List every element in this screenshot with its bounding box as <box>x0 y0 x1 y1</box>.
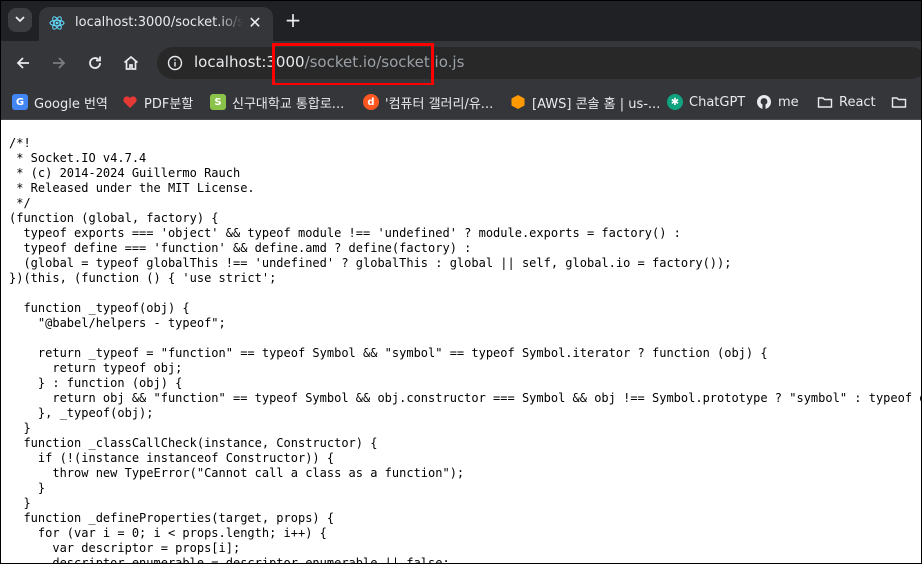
github-icon <box>756 94 772 110</box>
folder-icon <box>891 94 907 110</box>
code-line: * Socket.IO v4.7.4 <box>9 151 147 165</box>
tab-search-button[interactable] <box>8 8 32 32</box>
dcinside-icon: d <box>363 94 379 110</box>
bookmark-label: me <box>778 94 799 110</box>
code-line: var descriptor = props[i]; <box>9 541 241 555</box>
home-button[interactable] <box>121 53 141 73</box>
bookmark-label: 신구대학교 통합로... <box>232 96 345 112</box>
code-line: */ <box>9 196 31 210</box>
code-line: return typeof obj; <box>9 361 183 375</box>
code-line: (function (global, factory) { <box>9 211 219 225</box>
tab-title: localhost:3000/socket.io/socket.io.js <box>75 15 243 30</box>
code-line: /*! <box>9 136 31 150</box>
bookmark-label: [AWS] 콘솔 홈 | us-... <box>532 96 661 112</box>
reload-button[interactable] <box>85 53 105 73</box>
code-line: } <box>9 496 31 510</box>
back-button[interactable] <box>13 53 33 73</box>
bookmarks-bar: G Google 번역 PDF분할 S 신구대학교 통합로... d '컴퓨터 … <box>1 85 921 120</box>
code-line: * (c) 2014-2024 Guillermo Rauch <box>9 166 241 180</box>
code-line: descriptor.enumerable = descriptor.enume… <box>9 556 450 563</box>
page-content: /*! * Socket.IO v4.7.4 * (c) 2014-2024 G… <box>1 120 921 563</box>
chevron-down-icon <box>14 13 26 28</box>
code-line: } <box>9 481 46 495</box>
code-line: })(this, (function () { 'use strict'; <box>9 271 277 285</box>
code-line: return obj && "function" == typeof Symbo… <box>9 391 921 405</box>
google-translate-icon: G <box>12 94 28 110</box>
folder-icon <box>817 94 833 110</box>
arrow-left-icon <box>13 53 33 73</box>
forward-button[interactable] <box>49 53 69 73</box>
code-line: }, _typeof(obj); <box>9 406 154 420</box>
arrow-right-icon <box>49 53 69 73</box>
close-icon[interactable]: ✕ <box>247 15 263 31</box>
bookmark-aws[interactable]: [AWS] 콘솔 홈 | us-... <box>510 92 660 112</box>
school-icon: S <box>210 94 226 110</box>
code-line: function _defineProperties(target, props… <box>9 511 335 525</box>
bookmark-label: React <box>839 94 876 110</box>
bookmark-google-translate[interactable]: G Google 번역 <box>12 92 108 112</box>
bookmark-label: ChatGPT <box>689 94 746 110</box>
tab-active[interactable]: localhost:3000/socket.io/socket.io.js ✕ <box>39 7 273 41</box>
code-line: function _classCallCheck(instance, Const… <box>9 436 378 450</box>
code-line: } <box>9 421 31 435</box>
home-icon <box>121 53 141 73</box>
socketio-favicon-icon <box>49 15 65 31</box>
bookmark-label: Google 번역 <box>34 96 108 112</box>
bookmark-label: '컴퓨터 갤러리/유... <box>385 96 494 112</box>
code-line: * Released under the MIT License. <box>9 181 255 195</box>
chatgpt-icon: ✱ <box>667 94 683 110</box>
code-line: throw new TypeError("Cannot call a class… <box>9 466 465 480</box>
code-line: (global = typeof globalThis !== 'undefin… <box>9 256 732 270</box>
heart-icon <box>122 94 138 110</box>
aws-icon <box>510 94 526 110</box>
bookmark-dc-gallery[interactable]: d '컴퓨터 갤러리/유... <box>363 92 493 112</box>
code-line: "@babel/helpers - typeof"; <box>9 316 226 330</box>
browser-window: localhost:3000/socket.io/socket.io.js ✕ … <box>0 0 922 564</box>
toolbar: localhost:3000/socket.io/socket.io.js <box>1 41 921 85</box>
bookmark-pdf-split[interactable]: PDF분할 <box>122 92 193 112</box>
reload-icon <box>85 53 105 73</box>
bookmark-folder-react[interactable]: React <box>817 92 876 112</box>
code-line: for (var i = 0; i < props.length; i++) { <box>9 526 327 540</box>
bookmark-chatgpt[interactable]: ✱ ChatGPT <box>667 92 745 112</box>
code-line: typeof define === 'function' && define.a… <box>9 241 472 255</box>
bookmark-me[interactable]: me <box>756 92 799 112</box>
code-line: typeof exports === 'object' && typeof mo… <box>9 226 681 240</box>
info-icon[interactable] <box>167 55 183 71</box>
code-line: function _typeof(obj) { <box>9 301 190 315</box>
code-line: if (!(instance instanceof Constructor)) … <box>9 451 335 465</box>
source-code: /*! * Socket.IO v4.7.4 * (c) 2014-2024 G… <box>9 136 921 563</box>
bookmark-label: PDF분할 <box>144 96 194 112</box>
tab-strip: localhost:3000/socket.io/socket.io.js ✕ … <box>1 1 921 41</box>
new-tab-button[interactable]: + <box>283 10 303 30</box>
bookmark-folder-overflow[interactable] <box>891 92 913 112</box>
code-line: return _typeof = "function" == typeof Sy… <box>9 346 768 360</box>
code-line: } : function (obj) { <box>9 376 183 390</box>
url-highlight-box <box>272 43 434 86</box>
bookmark-shingu[interactable]: S 신구대학교 통합로... <box>210 92 344 112</box>
